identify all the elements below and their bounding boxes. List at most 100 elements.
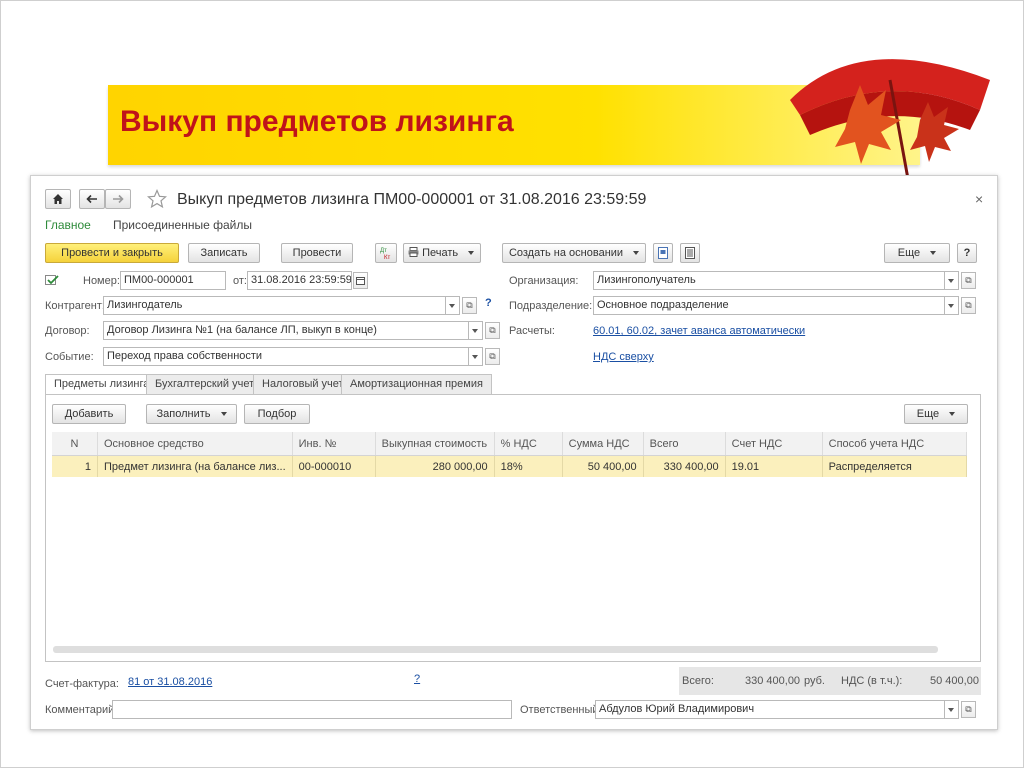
contract-dropdown[interactable] [469, 321, 483, 340]
col-inventory-number[interactable]: Инв. № [292, 432, 376, 456]
post-button[interactable]: Провести [281, 243, 353, 263]
chevron-down-icon [633, 251, 640, 256]
subdivision-label: Подразделение: [509, 300, 593, 312]
save-button[interactable]: Записать [188, 243, 260, 263]
col-vat-amount[interactable]: Сумма НДС [562, 432, 644, 456]
col-vat-account[interactable]: Счет НДС [725, 432, 823, 456]
col-vat-rate[interactable]: % НДС [494, 432, 563, 456]
fill-label: Заполнить [156, 408, 211, 420]
event-open-button[interactable]: ⧉ [485, 348, 500, 365]
forward-button[interactable] [105, 189, 131, 209]
cell-vat-rate: 18% [494, 455, 563, 477]
document-button[interactable] [653, 243, 673, 263]
counterparty-help[interactable]: ? [485, 297, 492, 309]
counterparty-field[interactable]: Лизингодатель [103, 296, 446, 315]
more-label: Еще [897, 247, 921, 259]
col-n[interactable]: N [52, 432, 98, 456]
comment-field[interactable] [112, 700, 512, 719]
vat-on-top-link[interactable]: НДС сверху [593, 351, 654, 363]
organization-field[interactable]: Лизингополучатель [593, 271, 945, 290]
home-button[interactable] [45, 189, 71, 209]
print-button[interactable]: Печать [403, 243, 481, 263]
date-label: от: [233, 275, 247, 287]
dt-kt-button[interactable]: Дт Кт [375, 243, 397, 263]
arrow-left-icon [86, 194, 97, 204]
cell-asset: Предмет лизинга (на балансе лиз... [97, 455, 293, 477]
slide-title: Выкуп предметов лизинга [120, 105, 514, 138]
report-button[interactable] [680, 243, 700, 263]
pick-button[interactable]: Подбор [244, 404, 310, 424]
subdivision-open-button[interactable]: ⧉ [961, 297, 976, 314]
invoice-help[interactable]: ? [414, 673, 420, 685]
tab-leasing-items[interactable]: Предметы лизинга [45, 374, 159, 395]
horizontal-scrollbar[interactable] [53, 646, 938, 653]
col-asset[interactable]: Основное средство [97, 432, 293, 456]
post-and-close-button[interactable]: Провести и закрыть [45, 243, 179, 263]
totals-panel: Всего: 330 400,00 руб. НДС (в т.ч.): 50 … [679, 667, 981, 695]
table-more-button[interactable]: Еще [904, 404, 968, 424]
more-button[interactable]: Еще [884, 243, 950, 263]
event-dropdown[interactable] [469, 347, 483, 366]
create-based-on-button[interactable]: Создать на основании [502, 243, 646, 263]
responsible-label: Ответственный: [520, 704, 602, 716]
favorite-star-icon[interactable] [147, 189, 167, 209]
tab-tax-accounting[interactable]: Налоговый учет [253, 374, 353, 394]
counterparty-dropdown[interactable] [446, 296, 460, 315]
calendar-button[interactable] [353, 272, 368, 289]
cell-n: 1 [52, 455, 98, 477]
leasing-items-table: N Основное средство Инв. № Выкупная стои… [52, 432, 968, 477]
table-row[interactable]: 1 Предмет лизинга (на балансе лиз... 00-… [52, 455, 968, 477]
responsible-open-button[interactable]: ⧉ [961, 701, 976, 718]
contract-open-button[interactable]: ⧉ [485, 322, 500, 339]
col-vat-method[interactable]: Способ учета НДС [822, 432, 968, 456]
organization-open-button[interactable]: ⧉ [961, 272, 976, 289]
subdivision-dropdown[interactable] [945, 296, 959, 315]
contract-field[interactable]: Договор Лизинга №1 (на балансе ЛП, выкуп… [103, 321, 469, 340]
umbrella-illustration [790, 59, 990, 190]
table-more-label: Еще [916, 408, 940, 420]
number-field[interactable]: ПМ00-000001 [120, 271, 226, 290]
invoice-label: Счет-фактура: [45, 678, 119, 690]
fill-button[interactable]: Заполнить [146, 404, 237, 424]
vat-included-value: 50 400,00 [930, 675, 979, 687]
printer-icon [408, 247, 419, 257]
arrow-right-icon [113, 194, 124, 204]
tab-accounting[interactable]: Бухгалтерский учет [146, 374, 264, 394]
event-label: Событие: [45, 351, 94, 363]
col-buyout-cost[interactable]: Выкупная стоимость [375, 432, 495, 456]
nav-attached-files[interactable]: Присоединенные файлы [113, 218, 252, 232]
home-icon [53, 194, 63, 204]
organization-dropdown[interactable] [945, 271, 959, 290]
add-row-button[interactable]: Добавить [52, 404, 126, 424]
cell-vat-account: 19.01 [725, 455, 823, 477]
cell-vat-method: Распределяется [822, 455, 968, 477]
table-header-row: N Основное средство Инв. № Выкупная стои… [52, 432, 968, 456]
col-total[interactable]: Всего [643, 432, 726, 456]
posted-status-icon [45, 275, 59, 285]
cell-total: 330 400,00 [643, 455, 726, 477]
cell-buyout-cost: 280 000,00 [375, 455, 495, 477]
window-title: Выкуп предметов лизинга ПМ00-000001 от 3… [177, 191, 647, 208]
document-window: Выкуп предметов лизинга ПМ00-000001 от 3… [30, 175, 998, 730]
close-icon[interactable]: × [975, 191, 983, 207]
subdivision-field[interactable]: Основное подразделение [593, 296, 945, 315]
responsible-field[interactable]: Абдулов Юрий Владимирович [595, 700, 945, 719]
help-button[interactable]: ? [957, 243, 977, 263]
calendar-icon [356, 277, 365, 285]
event-field[interactable]: Переход права собственности [103, 347, 469, 366]
currency-label: руб. [804, 675, 825, 687]
back-button[interactable] [79, 189, 105, 209]
chevron-down-icon [930, 251, 937, 256]
counterparty-label: Контрагент: [45, 300, 105, 312]
invoice-link[interactable]: 81 от 31.08.2016 [128, 676, 212, 688]
create-based-on-label: Создать на основании [508, 247, 624, 259]
counterparty-open-button[interactable]: ⧉ [462, 297, 477, 314]
tab-depreciation-bonus[interactable]: Амортизационная премия [341, 374, 492, 394]
date-field[interactable]: 31.08.2016 23:59:59 [247, 271, 352, 290]
svg-text:Дт: Дт [380, 248, 387, 254]
total-label: Всего: [682, 675, 714, 687]
chevron-down-icon [468, 251, 475, 256]
responsible-dropdown[interactable] [945, 700, 959, 719]
nav-main[interactable]: Главное [45, 218, 91, 232]
settlements-link[interactable]: 60.01, 60.02, зачет аванса автоматически [593, 325, 805, 337]
